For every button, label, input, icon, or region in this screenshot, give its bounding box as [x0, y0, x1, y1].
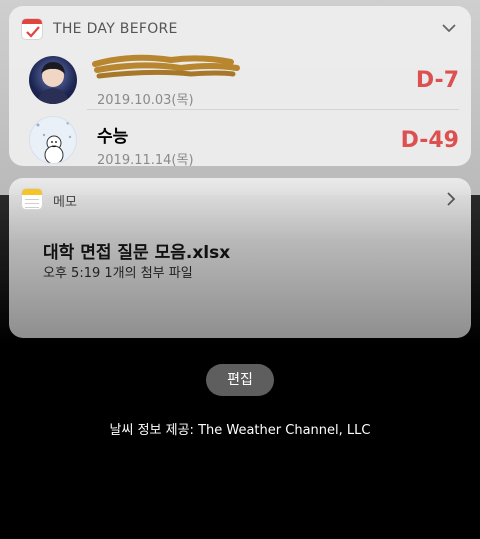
- event-date: 2019.11.14(목): [97, 153, 194, 168]
- event-title: 수능: [97, 127, 129, 147]
- dday-count: D-7: [415, 68, 459, 93]
- memo-widget[interactable]: 메모 대학 면접 질문 모음.xlsx 오후 5:19 1개의 첨부 파일: [9, 178, 471, 338]
- event-date: 2019.10.03(목): [97, 93, 194, 108]
- note-subtitle: 오후 5:19 1개의 첨부 파일: [43, 266, 193, 281]
- weather-credit[interactable]: 날씨 정보 제공: The Weather Channel, LLC: [0, 419, 480, 438]
- chevron-down-icon[interactable]: [441, 20, 457, 36]
- edit-button[interactable]: 편집: [206, 364, 274, 396]
- redaction-scribble: [92, 54, 240, 79]
- widget-header[interactable]: THE DAY BEFORE: [9, 6, 471, 50]
- notes-icon: [21, 188, 43, 210]
- event-row[interactable]: 2019.10.03(목) D-7: [29, 54, 459, 110]
- event-avatar: [29, 56, 77, 104]
- event-avatar: [29, 116, 77, 164]
- widget-app-name: 메모: [53, 195, 77, 210]
- dday-count: D-49: [400, 128, 459, 153]
- calendar-check-icon: [21, 18, 43, 40]
- widget-app-name: THE DAY BEFORE: [53, 21, 178, 37]
- divider: [87, 109, 459, 110]
- chevron-right-icon[interactable]: [445, 191, 457, 207]
- note-title[interactable]: 대학 면접 질문 모음.xlsx: [43, 238, 230, 263]
- event-row[interactable]: 수능 2019.11.14(목) D-49: [29, 116, 459, 170]
- day-before-widget[interactable]: THE DAY BEFORE 2019.10.03(목) D-7 수능 2019…: [9, 6, 471, 168]
